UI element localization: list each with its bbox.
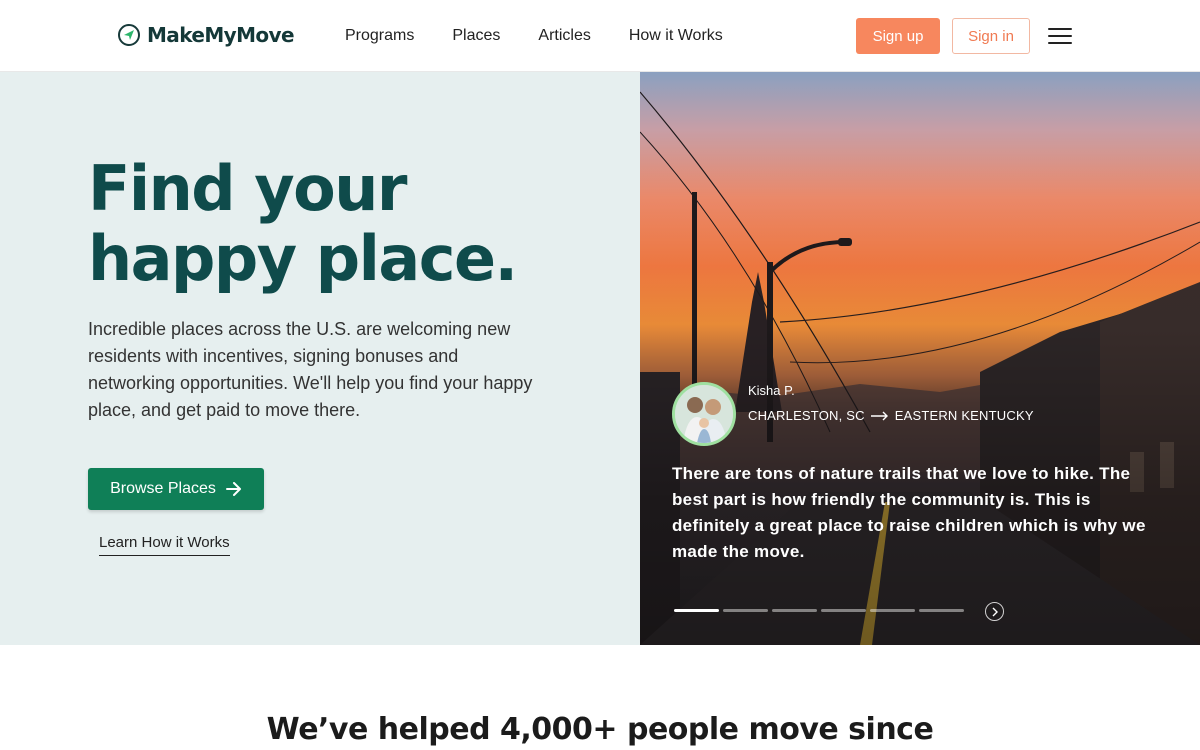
menu-line xyxy=(1048,28,1072,30)
move-route: CHARLESTON, SC EASTERN KENTUCKY xyxy=(748,408,1034,423)
testimonial-quote: There are tons of nature trails that we … xyxy=(672,464,1146,561)
brand-logo[interactable]: MakeMyMove xyxy=(118,23,295,47)
nav-link-how-it-works[interactable]: How it Works xyxy=(629,26,723,46)
chevron-right-icon xyxy=(992,607,998,616)
brand-name: MakeMyMove xyxy=(147,23,295,47)
carousel-dot-4[interactable] xyxy=(821,609,866,612)
carousel-dot-3[interactable] xyxy=(772,609,817,612)
arrow-right-icon xyxy=(225,482,241,496)
hero-title-line-1: Find your xyxy=(88,152,407,225)
long-arrow-right-icon xyxy=(870,411,888,420)
avatar xyxy=(672,382,736,446)
hero-title-line-2: happy place. xyxy=(88,222,518,295)
browse-places-button[interactable]: Browse Places xyxy=(88,468,264,510)
carousel-dot-6[interactable] xyxy=(919,609,964,612)
carousel-indicators xyxy=(674,609,964,612)
hamburger-menu-icon[interactable] xyxy=(1048,27,1072,45)
hero-intro: Find your happy place. Incredible places… xyxy=(0,72,640,645)
carousel-next-button[interactable] xyxy=(985,602,1004,621)
nav-link-articles[interactable]: Articles xyxy=(538,26,590,46)
menu-line xyxy=(1048,42,1072,44)
hero-title: Find your happy place. xyxy=(88,154,608,294)
carousel-dot-1[interactable] xyxy=(674,609,719,612)
browse-places-label: Browse Places xyxy=(110,480,216,497)
testimonial-author: Kisha P. xyxy=(748,383,795,398)
learn-how-it-works-link[interactable]: Learn How it Works xyxy=(99,534,230,556)
main-nav: Programs Places Articles How it Works xyxy=(345,26,761,46)
testimonial-carousel: Kisha P. CHARLESTON, SC EASTERN KENTUCKY… xyxy=(640,72,1200,645)
hero-subtitle: Incredible places across the U.S. are we… xyxy=(88,319,533,420)
carousel-dot-5[interactable] xyxy=(870,609,915,612)
route-destination: EASTERN KENTUCKY xyxy=(894,408,1034,423)
nav-link-places[interactable]: Places xyxy=(452,26,500,46)
sign-in-button[interactable]: Sign in xyxy=(952,18,1030,54)
nav-link-programs[interactable]: Programs xyxy=(345,26,414,46)
stats-heading: We’ve helped 4,000+ people move since xyxy=(266,712,934,747)
site-header: MakeMyMove Programs Places Articles How … xyxy=(0,0,1200,72)
sign-up-button[interactable]: Sign up xyxy=(856,18,940,54)
compass-arrow-icon xyxy=(118,24,140,46)
route-origin: CHARLESTON, SC xyxy=(748,408,865,423)
menu-line xyxy=(1048,35,1072,37)
carousel-dot-2[interactable] xyxy=(723,609,768,612)
